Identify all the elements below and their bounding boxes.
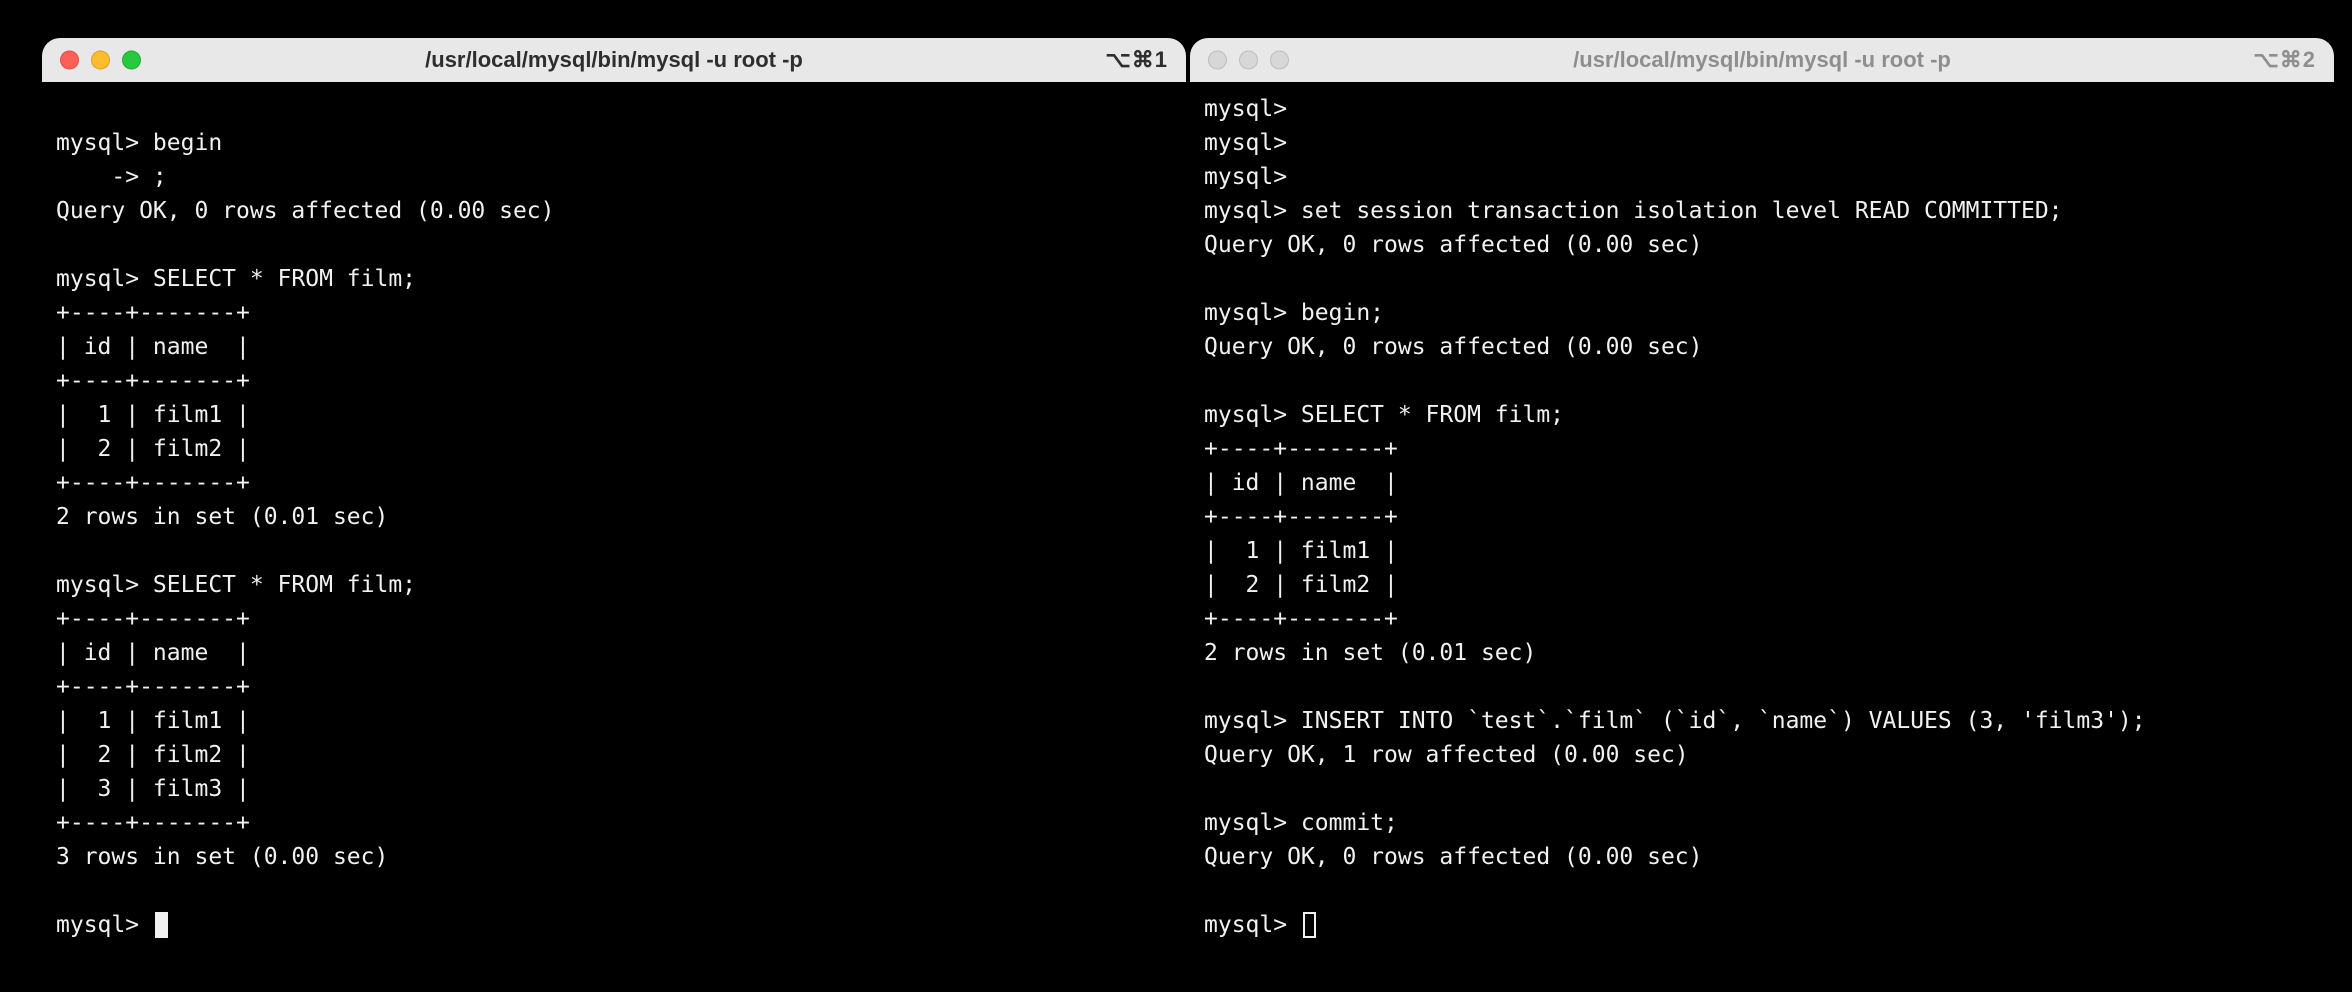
cursor-icon: [155, 912, 168, 938]
titlebar[interactable]: /usr/local/mysql/bin/mysql -u root -p ⌥⌘…: [42, 38, 1186, 82]
terminal-window-2[interactable]: /usr/local/mysql/bin/mysql -u root -p ⌥⌘…: [1190, 38, 2334, 962]
window-title: /usr/local/mysql/bin/mysql -u root -p: [42, 47, 1186, 73]
terminal-content[interactable]: mysql> begin -> ; Query OK, 0 rows affec…: [42, 82, 1186, 962]
window-shortcut: ⌥⌘2: [2253, 47, 2316, 73]
cursor-icon: [1303, 912, 1316, 938]
zoom-icon[interactable]: [1270, 51, 1289, 70]
prompt: mysql>: [56, 908, 153, 942]
titlebar[interactable]: /usr/local/mysql/bin/mysql -u root -p ⌥⌘…: [1190, 38, 2334, 82]
terminal-output: mysql> mysql> mysql> mysql> set session …: [1204, 96, 2146, 870]
desktop: /usr/local/mysql/bin/mysql -u root -p ⌥⌘…: [0, 0, 2352, 992]
traffic-lights: [60, 51, 141, 70]
window-shortcut: ⌥⌘1: [1105, 47, 1168, 73]
terminal-output: mysql> begin -> ; Query OK, 0 rows affec…: [56, 130, 555, 870]
prompt: mysql>: [1204, 908, 1301, 942]
close-icon[interactable]: [60, 51, 79, 70]
terminal-content[interactable]: mysql> mysql> mysql> mysql> set session …: [1190, 82, 2334, 962]
traffic-lights: [1208, 51, 1289, 70]
minimize-icon[interactable]: [1239, 51, 1258, 70]
minimize-icon[interactable]: [91, 51, 110, 70]
window-title: /usr/local/mysql/bin/mysql -u root -p: [1190, 47, 2334, 73]
zoom-icon[interactable]: [122, 51, 141, 70]
terminal-window-1[interactable]: /usr/local/mysql/bin/mysql -u root -p ⌥⌘…: [42, 38, 1186, 962]
close-icon[interactable]: [1208, 51, 1227, 70]
